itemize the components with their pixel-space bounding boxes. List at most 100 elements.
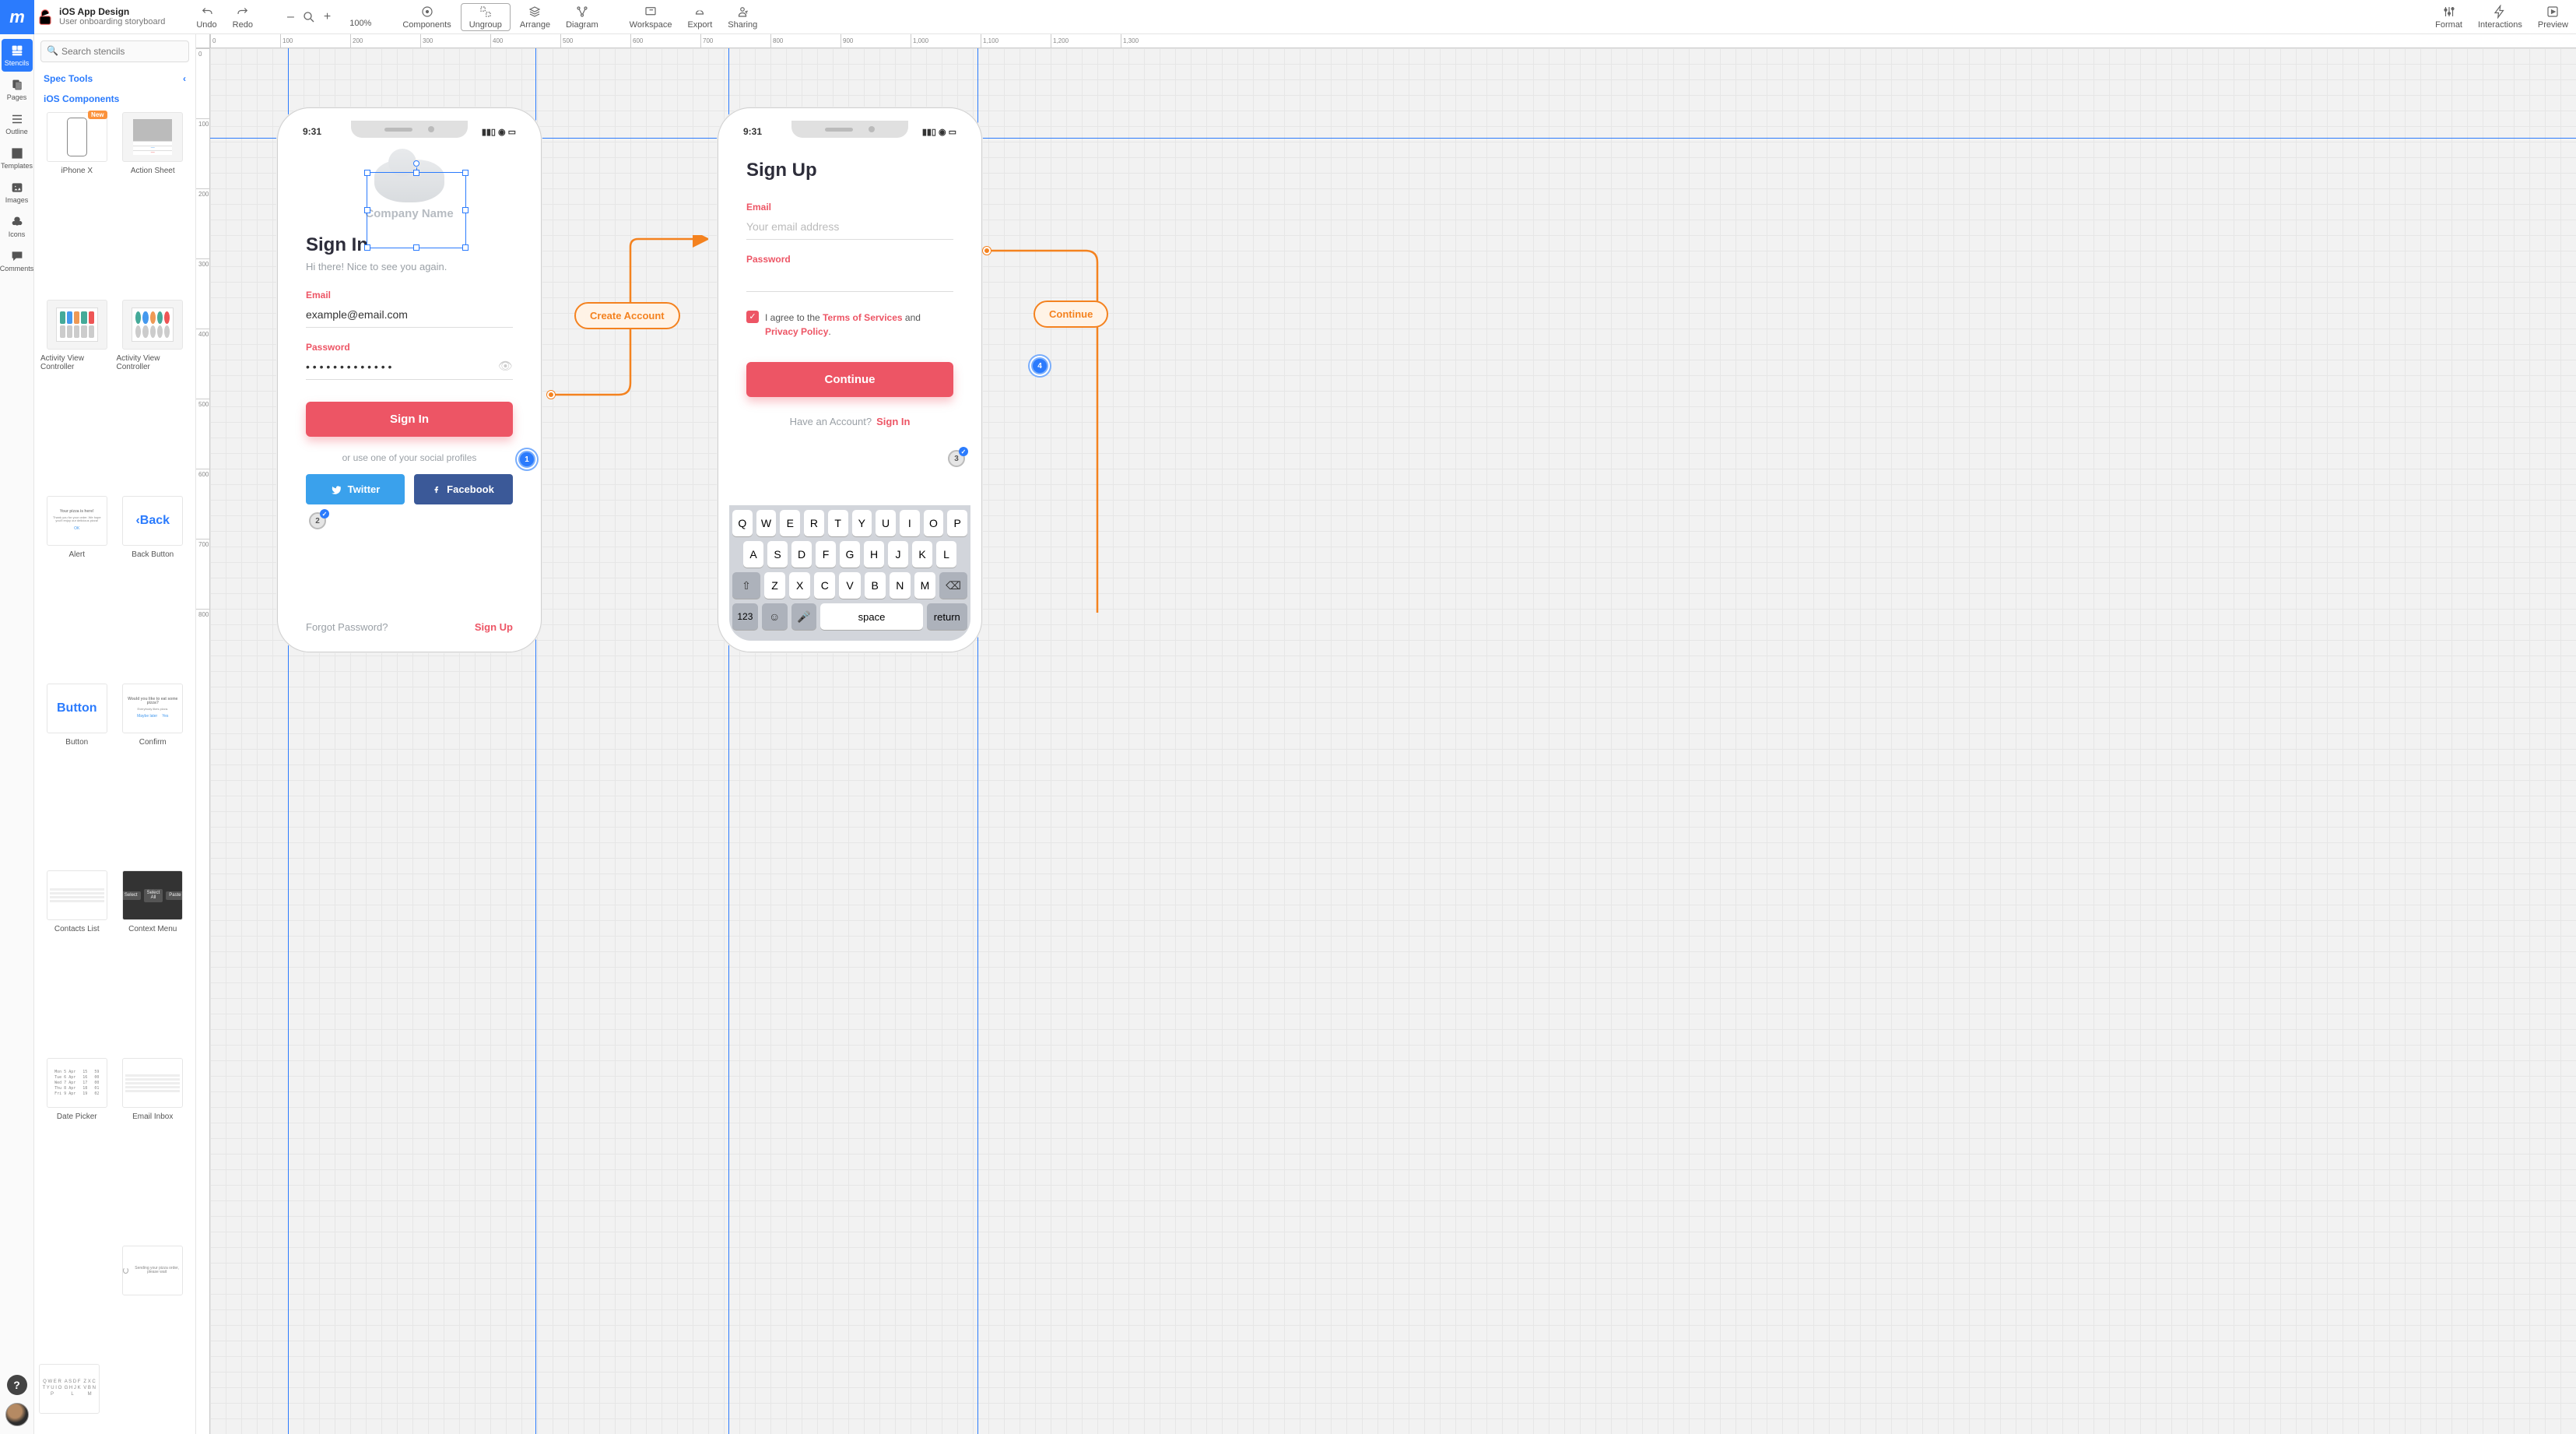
stencil-item[interactable]: Sending your pizza order, please wait: [115, 1242, 191, 1418]
resize-handle[interactable]: [364, 207, 370, 213]
key-q[interactable]: Q: [732, 510, 753, 536]
key-p[interactable]: P: [947, 510, 967, 536]
rail-templates[interactable]: Templates: [2, 142, 33, 174]
resize-handle[interactable]: [364, 244, 370, 251]
workspace-button[interactable]: Workspace: [622, 0, 680, 34]
components-button[interactable]: Components: [395, 0, 458, 34]
forgot-password-link[interactable]: Forgot Password?: [306, 621, 388, 633]
key-j[interactable]: J: [888, 541, 908, 568]
email-input[interactable]: [746, 216, 953, 240]
password-input[interactable]: [306, 356, 513, 380]
link-badge-3[interactable]: 3✓: [948, 450, 965, 467]
pill-create-account[interactable]: Create Account: [574, 302, 680, 329]
key-v[interactable]: V: [839, 572, 860, 599]
key-y[interactable]: Y: [852, 510, 872, 536]
key-o[interactable]: O: [924, 510, 944, 536]
link-badge-4[interactable]: 4: [1031, 357, 1048, 374]
rail-stencils[interactable]: Stencils: [2, 39, 33, 72]
key-a[interactable]: A: [743, 541, 763, 568]
artboard-signup[interactable]: 9:31 ▮▮▯◉▭ Sign Up Email Password ✓ I ag…: [718, 107, 982, 652]
rotate-handle[interactable]: [413, 160, 419, 167]
stencil-item[interactable]: Activity View Controller: [39, 297, 115, 490]
space-key[interactable]: space: [820, 603, 922, 630]
key-f[interactable]: F: [816, 541, 836, 568]
resize-handle[interactable]: [413, 244, 419, 251]
key-t[interactable]: T: [828, 510, 848, 536]
ios-keyboard[interactable]: QWERTYUIOP ASDFGHJKL ⇧ZXCVBNM⌫ 123 ☺ 🎤 s…: [729, 505, 970, 641]
pill-continue[interactable]: Continue: [1034, 301, 1108, 328]
stencil-item[interactable]: —— Action Sheet: [115, 109, 191, 293]
numbers-key[interactable]: 123: [732, 603, 758, 630]
preview-button[interactable]: Preview: [2530, 0, 2576, 34]
backspace-key[interactable]: ⌫: [939, 572, 967, 599]
stencil-item[interactable]: Q W E R T Y U I O PA S D F G H J K LZ X …: [39, 1242, 115, 1418]
arrange-button[interactable]: Arrange: [512, 0, 558, 34]
signin-button[interactable]: Sign In: [306, 402, 513, 437]
doc-title[interactable]: iOS App Design: [59, 6, 165, 17]
rail-pages[interactable]: Pages: [2, 73, 33, 106]
stencil-item[interactable]: Contacts List: [39, 867, 115, 1052]
app-logo[interactable]: m: [0, 0, 34, 34]
canvas[interactable]: 9:31 ▮▮▯◉▭ Company Name Sign In Hi there…: [210, 48, 2576, 1434]
key-b[interactable]: B: [865, 572, 886, 599]
key-h[interactable]: H: [864, 541, 884, 568]
key-x[interactable]: X: [789, 572, 810, 599]
rail-outline[interactable]: Outline: [2, 107, 33, 140]
doc-subtitle[interactable]: User onboarding storyboard: [59, 17, 165, 27]
search-input[interactable]: [40, 40, 189, 62]
stencil-item[interactable]: Mon 5 Apr 15 59 Tue 6 Apr 16 00 Wed 7 Ap…: [39, 1055, 115, 1239]
key-u[interactable]: U: [876, 510, 896, 536]
format-button[interactable]: Format: [2427, 0, 2470, 34]
emoji-key[interactable]: ☺: [762, 603, 788, 630]
eye-icon[interactable]: 👁: [498, 359, 513, 373]
resize-handle[interactable]: [462, 244, 469, 251]
shift-key[interactable]: ⇧: [732, 572, 760, 599]
key-k[interactable]: K: [912, 541, 932, 568]
signin-link[interactable]: Sign In: [876, 416, 910, 427]
guide-horizontal[interactable]: [210, 138, 2576, 139]
rail-images[interactable]: Images: [2, 176, 33, 209]
key-r[interactable]: R: [804, 510, 824, 536]
resize-handle[interactable]: [364, 170, 370, 176]
stencil-item[interactable]: ‹ Back Back Button: [115, 493, 191, 677]
diagram-button[interactable]: Diagram: [558, 0, 606, 34]
undo-button[interactable]: Undo: [188, 0, 224, 34]
key-s[interactable]: S: [767, 541, 788, 568]
zoom-level[interactable]: 100%: [342, 0, 379, 34]
connector-endpoint[interactable]: [547, 391, 555, 399]
connector-endpoint[interactable]: [983, 247, 991, 255]
continue-button[interactable]: Continue: [746, 362, 953, 397]
zoom-out-button[interactable]: –: [284, 10, 297, 24]
key-i[interactable]: I: [900, 510, 920, 536]
mic-key[interactable]: 🎤: [791, 603, 817, 630]
stencil-item[interactable]: Activity View Controller: [115, 297, 191, 490]
twitter-button[interactable]: Twitter: [306, 474, 405, 504]
help-button[interactable]: ?: [7, 1375, 27, 1395]
selection-box[interactable]: [367, 172, 466, 248]
checkbox-icon[interactable]: ✓: [746, 311, 759, 323]
resize-handle[interactable]: [413, 170, 419, 176]
interactions-button[interactable]: Interactions: [2470, 0, 2530, 34]
key-w[interactable]: W: [756, 510, 777, 536]
stencil-item[interactable]: New iPhone X: [39, 109, 115, 293]
category-spec-tools[interactable]: Spec Tools‹: [34, 69, 195, 89]
stencil-item[interactable]: Button Button: [39, 680, 115, 865]
magnifier-icon[interactable]: [302, 10, 316, 24]
resize-handle[interactable]: [462, 207, 469, 213]
key-l[interactable]: L: [936, 541, 956, 568]
key-g[interactable]: G: [840, 541, 860, 568]
stencil-item[interactable]: Your pizza is here!Thank you for your or…: [39, 493, 115, 677]
agree-row[interactable]: ✓ I agree to the Terms of Services and P…: [746, 311, 953, 339]
ungroup-button[interactable]: Ungroup: [461, 3, 511, 31]
key-z[interactable]: Z: [764, 572, 785, 599]
resize-handle[interactable]: [462, 170, 469, 176]
sharing-button[interactable]: Sharing: [720, 0, 765, 34]
key-d[interactable]: D: [791, 541, 812, 568]
privacy-link[interactable]: Privacy Policy: [765, 326, 828, 337]
return-key[interactable]: return: [927, 603, 967, 630]
zoom-in-button[interactable]: +: [321, 10, 334, 24]
export-button[interactable]: Export: [679, 0, 720, 34]
key-c[interactable]: C: [814, 572, 835, 599]
user-avatar[interactable]: [5, 1403, 29, 1426]
category-ios-components[interactable]: iOS Components: [34, 89, 195, 109]
